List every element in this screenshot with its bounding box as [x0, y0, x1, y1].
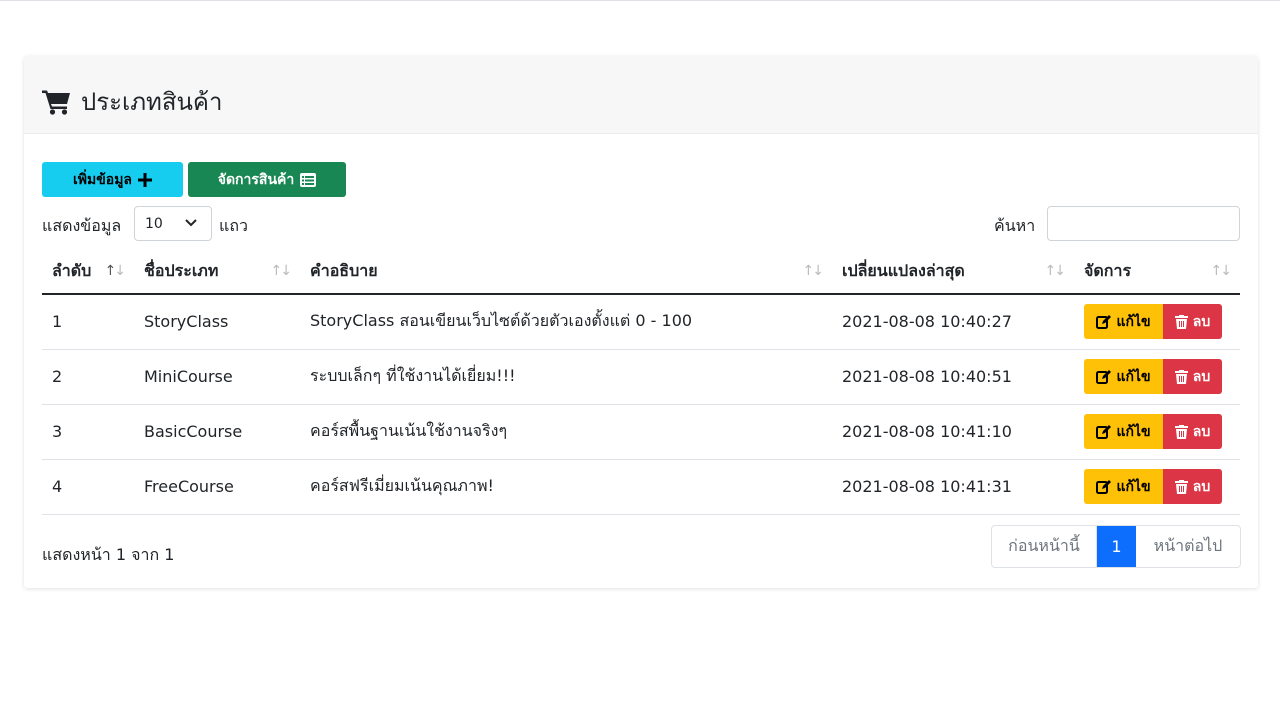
page-length-select[interactable]: 10 — [134, 206, 212, 241]
edit-icon — [1096, 424, 1112, 439]
manage-products-button[interactable]: จัดการสินค้า — [188, 162, 346, 197]
category-card: ประเภทสินค้า เพิ่มข้อมูล จัดการสินค้า แส… — [24, 56, 1258, 588]
cell-updated: 2021-08-08 10:40:51 — [832, 349, 1074, 405]
pagination-prev[interactable]: ก่อนหน้านี้ — [992, 526, 1097, 567]
add-button-label: เพิ่มข้อมูล — [72, 171, 133, 188]
trash-icon — [1174, 314, 1188, 329]
action-group: แก้ไข ลบ — [1084, 414, 1240, 449]
edit-label: แก้ไข — [1116, 423, 1151, 440]
cell-actions: แก้ไข ลบ — [1074, 294, 1240, 350]
table-info: แสดงหน้า 1 จาก 1 — [42, 545, 175, 564]
delete-label: ลบ — [1192, 423, 1211, 440]
add-button[interactable]: เพิ่มข้อมูล — [42, 162, 183, 197]
manage-button-label: จัดการสินค้า — [217, 171, 295, 188]
cell-order: 1 — [42, 294, 134, 350]
cell-actions: แก้ไข ลบ — [1074, 459, 1240, 515]
cell-name: BasicCourse — [134, 404, 300, 460]
plus-icon — [138, 172, 153, 187]
cell-order: 3 — [42, 404, 134, 460]
col-header-name[interactable]: ชื่อประเภท ↑↓ — [134, 250, 300, 295]
length-prefix: แสดงข้อมูล — [42, 216, 122, 235]
delete-button[interactable]: ลบ — [1163, 359, 1222, 394]
cell-description: คอร์สฟรีเมี่ยมเน้นคุณภาพ! — [300, 459, 832, 515]
table-header-row: ลำดับ ↑↓ ชื่อประเภท ↑↓ คำอธิบาย ↑↓ เปลี่… — [42, 250, 1240, 295]
pagination-next[interactable]: หน้าต่อไป — [1136, 526, 1240, 567]
delete-button[interactable]: ลบ — [1163, 414, 1222, 449]
length-suffix: แถว — [219, 216, 248, 235]
edit-button[interactable]: แก้ไข — [1084, 359, 1163, 394]
edit-label: แก้ไข — [1116, 478, 1151, 495]
category-table: ลำดับ ↑↓ ชื่อประเภท ↑↓ คำอธิบาย ↑↓ เปลี่… — [42, 250, 1240, 515]
col-header-order[interactable]: ลำดับ ↑↓ — [42, 250, 134, 295]
search-label: ค้นหา — [994, 216, 1036, 235]
cell-description: ระบบเล็กๆ ที่ใช้งานได้เยี่ยม!!! — [300, 349, 832, 405]
edit-icon — [1096, 314, 1112, 329]
pagination: ก่อนหน้านี้ 1 หน้าต่อไป — [991, 525, 1241, 568]
delete-button[interactable]: ลบ — [1163, 304, 1222, 340]
action-group: แก้ไข ลบ — [1084, 359, 1240, 394]
cell-description: StoryClass สอนเขียนเว็บไซต์ด้วยตัวเองตั้… — [300, 294, 832, 350]
table-row: 2 MiniCourse ระบบเล็กๆ ที่ใช้งานได้เยี่ย… — [42, 349, 1240, 405]
edit-icon — [1096, 479, 1112, 494]
cell-order: 2 — [42, 349, 134, 405]
table-row: 1 StoryClass StoryClass สอนเขียนเว็บไซต์… — [42, 294, 1240, 350]
cell-actions: แก้ไข ลบ — [1074, 404, 1240, 460]
sort-icon: ↑↓ — [270, 263, 293, 279]
sort-icon: ↑↓ — [802, 263, 825, 279]
cell-description: คอร์สพื้นฐานเน้นใช้งานจริงๆ — [300, 404, 832, 460]
cell-name: FreeCourse — [134, 459, 300, 515]
cell-order: 4 — [42, 459, 134, 515]
cell-actions: แก้ไข ลบ — [1074, 349, 1240, 405]
cell-updated: 2021-08-08 10:40:27 — [832, 294, 1074, 350]
sort-icon: ↑↓ — [1044, 263, 1067, 279]
edit-button[interactable]: แก้ไข — [1084, 414, 1163, 449]
col-header-updated[interactable]: เปลี่ยนแปลงล่าสุด ↑↓ — [832, 250, 1074, 295]
cell-updated: 2021-08-08 10:41:10 — [832, 404, 1074, 460]
edit-button[interactable]: แก้ไข — [1084, 304, 1163, 340]
cell-updated: 2021-08-08 10:41:31 — [832, 459, 1074, 515]
page-title-text: ประเภทสินค้า — [81, 88, 223, 116]
chevron-down-icon — [185, 219, 197, 227]
col-header-description[interactable]: คำอธิบาย ↑↓ — [300, 250, 832, 295]
sort-icon: ↑↓ — [1210, 263, 1233, 279]
cell-name: MiniCourse — [134, 349, 300, 405]
table-row: 3 BasicCourse คอร์สพื้นฐานเน้นใช้งานจริง… — [42, 404, 1240, 460]
action-group: แก้ไข ลบ — [1084, 304, 1240, 340]
delete-label: ลบ — [1192, 313, 1211, 330]
table-row: 4 FreeCourse คอร์สฟรีเมี่ยมเน้นคุณภาพ! 2… — [42, 459, 1240, 515]
edit-label: แก้ไข — [1116, 368, 1151, 385]
page-length-value: 10 — [145, 215, 163, 232]
list-icon — [300, 172, 317, 187]
trash-icon — [1174, 369, 1188, 384]
card-header: ประเภทสินค้า — [24, 56, 1258, 134]
edit-button[interactable]: แก้ไข — [1084, 469, 1163, 504]
trash-icon — [1174, 479, 1188, 494]
edit-icon — [1096, 369, 1112, 384]
action-group: แก้ไข ลบ — [1084, 469, 1240, 504]
col-header-actions[interactable]: จัดการ ↑↓ — [1074, 250, 1240, 295]
page-title: ประเภทสินค้า — [42, 82, 222, 121]
delete-label: ลบ — [1192, 478, 1211, 495]
shopping-cart-icon — [42, 90, 70, 115]
trash-icon — [1174, 424, 1188, 439]
edit-label: แก้ไข — [1116, 313, 1151, 330]
cell-name: StoryClass — [134, 294, 300, 350]
search-input[interactable] — [1047, 206, 1240, 241]
top-divider — [0, 0, 1280, 1]
delete-button[interactable]: ลบ — [1163, 469, 1222, 504]
delete-label: ลบ — [1192, 368, 1211, 385]
sort-asc-icon: ↑↓ — [104, 263, 127, 279]
pagination-page-1[interactable]: 1 — [1097, 526, 1136, 567]
